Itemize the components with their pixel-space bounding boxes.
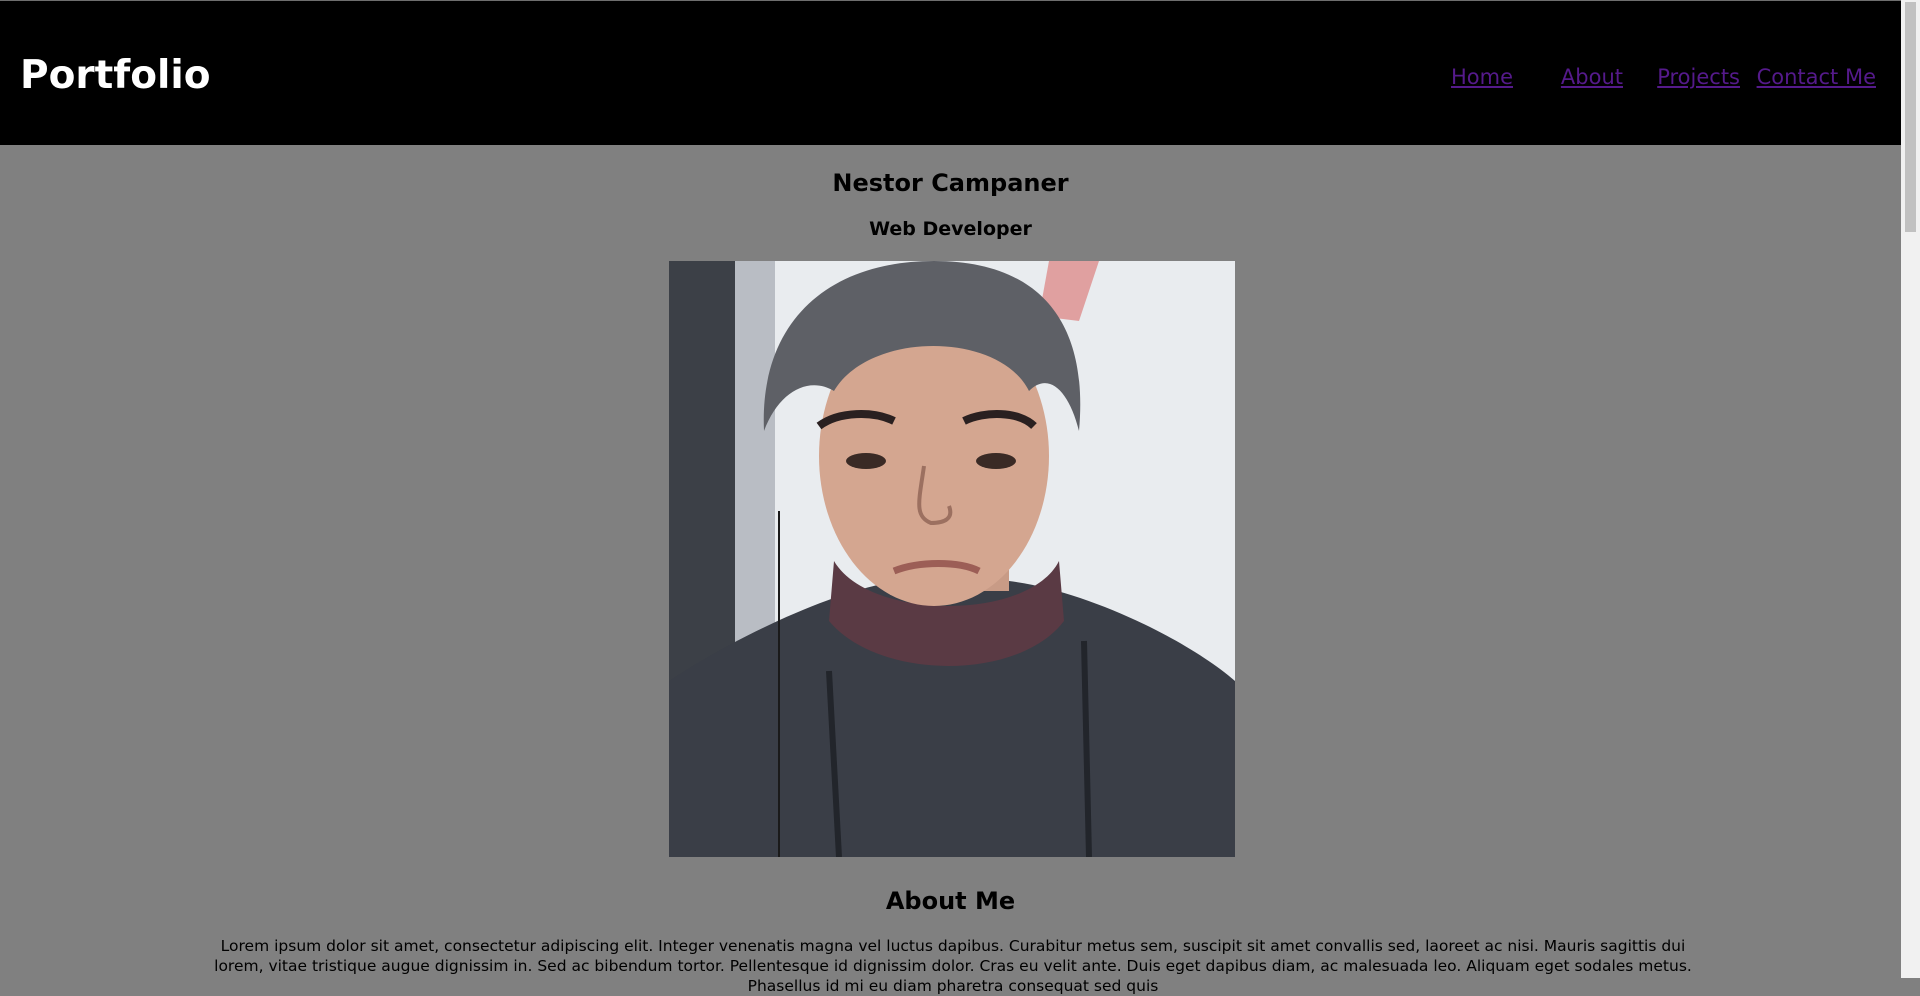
site-logo[interactable]: Portfolio <box>20 51 211 101</box>
page-scrollbar[interactable] <box>1901 0 1920 978</box>
main-content: Nestor Campaner Web Developer About Me L… <box>0 146 1901 995</box>
profile-photo <box>669 261 1235 857</box>
profile-photo-illustration <box>669 261 1235 857</box>
nav-link-contact-me[interactable]: Contact Me <box>1757 62 1876 92</box>
nav-link-home[interactable]: Home <box>1451 62 1513 92</box>
nav-link-projects[interactable]: Projects <box>1657 62 1740 92</box>
profile-title: Web Developer <box>869 218 1032 240</box>
scrollbar-thumb[interactable] <box>1905 2 1916 232</box>
about-heading: About Me <box>885 887 1016 915</box>
site-header: Portfolio Home About Projects Contact Me <box>0 1 1901 145</box>
profile-name: Nestor Campaner <box>832 169 1069 197</box>
nav-link-about[interactable]: About <box>1561 62 1623 92</box>
about-paragraph: Lorem ipsum dolor sit amet, consectetur … <box>214 937 1692 995</box>
